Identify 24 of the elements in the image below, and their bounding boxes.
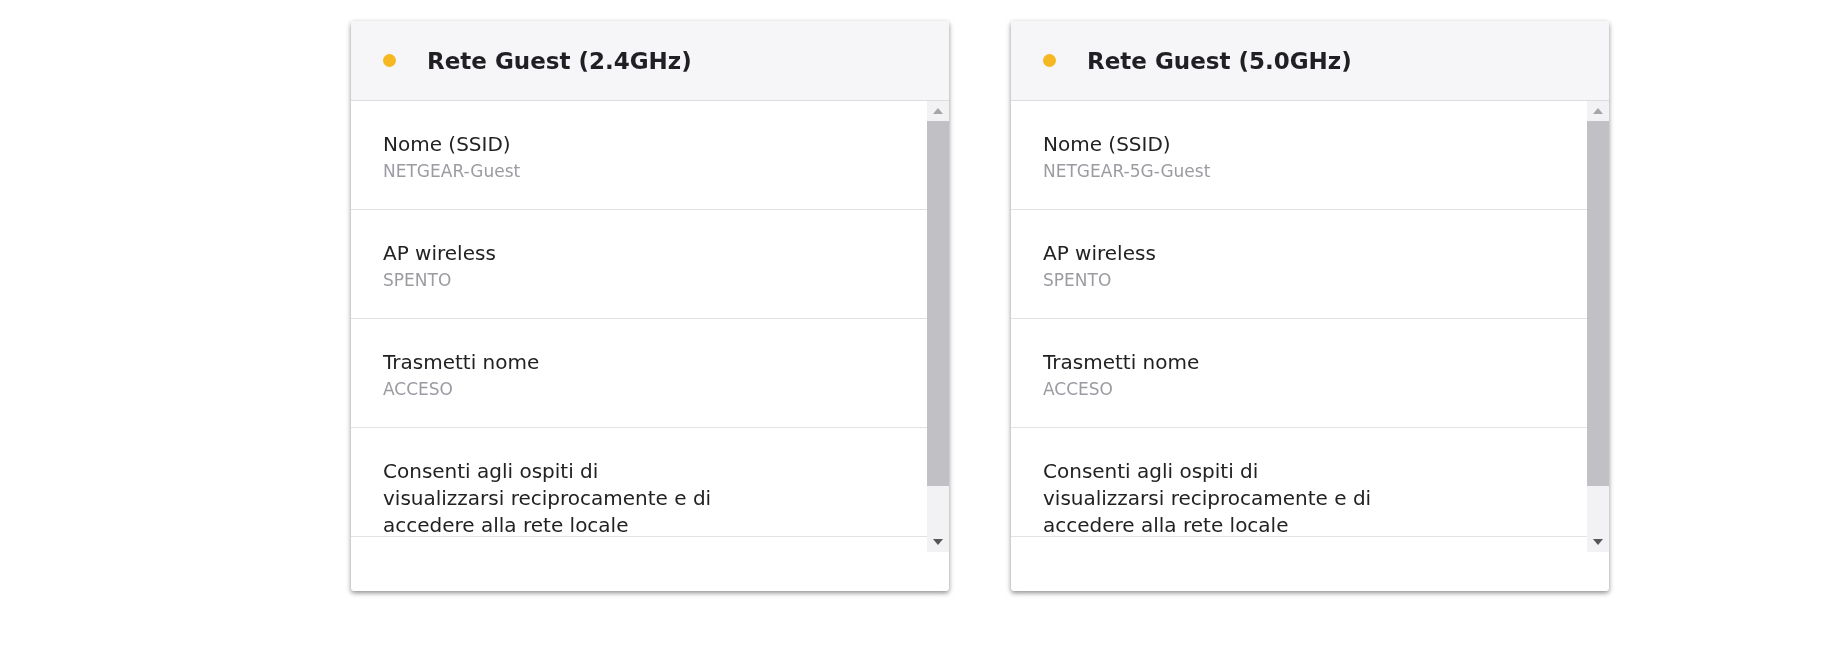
- setting-label: Consenti agli ospiti di visualizzarsi reciprocamente e di accedere alla rete locale: [1043, 458, 1373, 539]
- setting-value: ACCESO: [1043, 379, 1114, 399]
- setting-value: ACCESO: [383, 379, 454, 399]
- scroll-down-icon[interactable]: [933, 539, 943, 545]
- scroll-up-icon[interactable]: [933, 108, 943, 114]
- scroll-down-icon[interactable]: [1593, 539, 1603, 545]
- card-title: Rete Guest (5.0GHz): [1087, 47, 1352, 74]
- setting-value: SPENTO: [1043, 270, 1113, 290]
- scrollbar-thumb[interactable]: [927, 121, 949, 486]
- setting-label: Nome (SSID): [383, 131, 512, 158]
- scroll-up-icon[interactable]: [1593, 108, 1603, 114]
- setting-label: Trasmetti nome: [383, 349, 541, 376]
- scrollbar-thumb[interactable]: [1587, 121, 1609, 486]
- setting-label: Consenti agli ospiti di visualizzarsi reciprocamente e di accedere alla rete locale: [383, 458, 713, 539]
- setting-label: Nome (SSID): [1043, 131, 1172, 158]
- setting-value: NETGEAR-5G-Guest: [1043, 161, 1212, 181]
- setting-value: NETGEAR-Guest: [383, 161, 522, 181]
- setting-label: AP wireless: [1043, 240, 1157, 267]
- scrollbar[interactable]: [927, 101, 949, 552]
- scrollbar[interactable]: [1587, 101, 1609, 552]
- setting-label: AP wireless: [383, 240, 497, 267]
- card-title: Rete Guest (2.4GHz): [427, 47, 692, 74]
- setting-label: Trasmetti nome: [1043, 349, 1201, 376]
- setting-value: SPENTO: [383, 270, 453, 290]
